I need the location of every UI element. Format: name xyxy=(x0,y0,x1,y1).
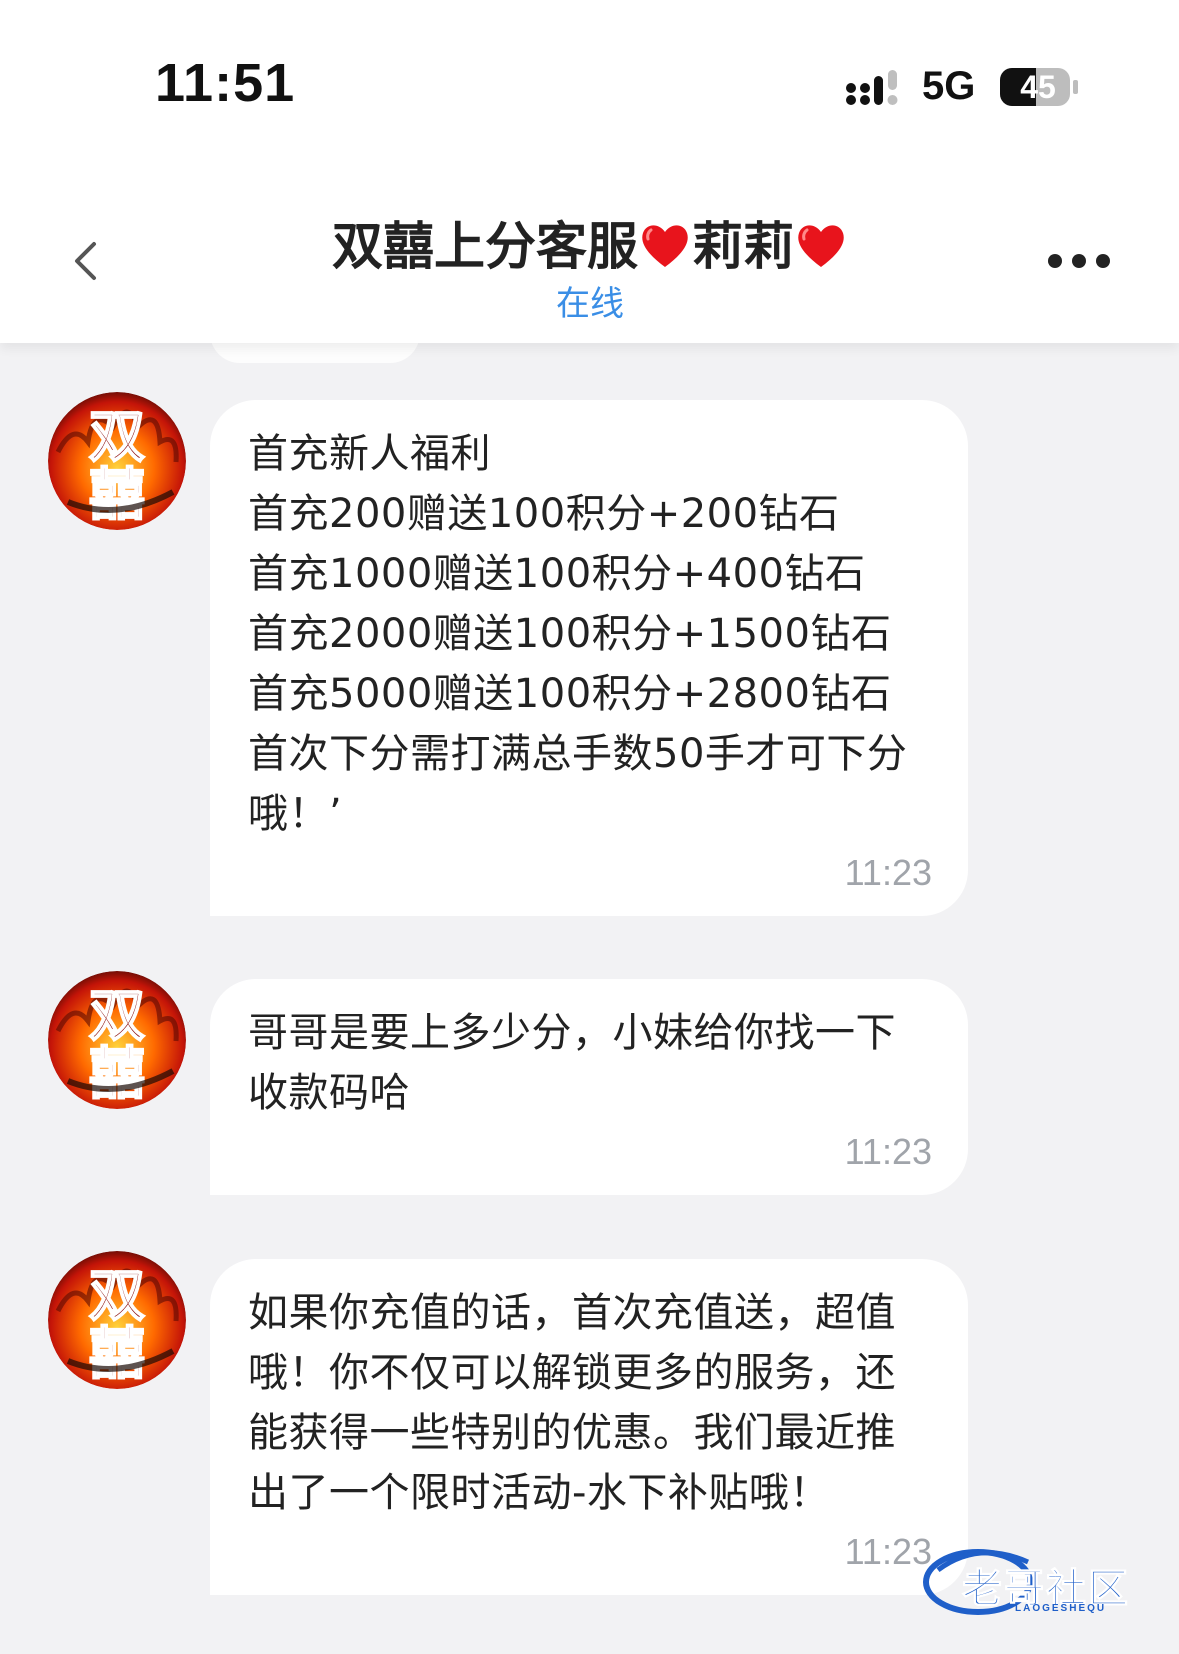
message-text: 如果你充值的话，首次充值送，超值哦！你不仅可以解锁更多的服务，还能获得一些特别的… xyxy=(248,1290,896,1516)
avatar-text: 双 xyxy=(89,1263,145,1329)
message-time: 11:23 xyxy=(844,852,932,893)
chat-messages-area[interactable]: 双 囍 首充新人福利 首充200赠送100积分+200钻石 首充1000赠送10… xyxy=(0,313,1179,1654)
heart-icon xyxy=(642,225,688,267)
avatar[interactable]: 双 囍 xyxy=(48,392,186,530)
avatar-text: 囍 xyxy=(89,1041,145,1107)
message-time: 11:23 xyxy=(844,1131,932,1172)
top-bar: 11:51 5G 45 双囍上分客服 莉莉 在线 xyxy=(0,0,1179,343)
more-dot-icon xyxy=(1072,254,1086,268)
more-dot-icon xyxy=(1048,254,1062,268)
avatar-text: 双 xyxy=(89,404,145,470)
message-text: 哥哥是要上多少分，小妹给你找一下收款码哈 xyxy=(248,1010,896,1116)
battery-level: 45 xyxy=(1020,69,1056,105)
chat-title: 双囍上分客服 莉莉 xyxy=(200,205,980,279)
heart-icon xyxy=(798,225,844,267)
cellular-signal-icon xyxy=(846,70,898,105)
chat-title-nickname: 莉莉 xyxy=(692,218,795,277)
message-time: 11:23 xyxy=(844,1531,932,1572)
chat-title-name: 双囍上分客服 xyxy=(331,218,638,277)
more-options-button[interactable] xyxy=(1048,244,1110,278)
message-bubble[interactable]: 如果你充值的话，首次充值送，超值哦！你不仅可以解锁更多的服务，还能获得一些特别的… xyxy=(210,1259,968,1595)
avatar-text: 双 xyxy=(89,983,145,1049)
message-bubble[interactable]: 哥哥是要上多少分，小妹给你找一下收款码哈 11:23 xyxy=(210,979,968,1195)
message-text: 首充新人福利 首充200赠送100积分+200钻石 首充1000赠送100积分+… xyxy=(248,431,908,837)
message-bubble[interactable]: 首充新人福利 首充200赠送100积分+200钻石 首充1000赠送100积分+… xyxy=(210,400,968,916)
avatar-text: 囍 xyxy=(89,1321,145,1387)
avatar[interactable]: 双 囍 xyxy=(48,971,186,1109)
back-button[interactable] xyxy=(62,236,112,286)
avatar-text: 囍 xyxy=(89,462,145,528)
watermark-subtext: LAOGESHEQU xyxy=(1015,1603,1107,1614)
network-type: 5G xyxy=(922,64,976,108)
more-dot-icon xyxy=(1096,254,1110,268)
avatar[interactable]: 双 囍 xyxy=(48,1251,186,1389)
status-time: 11:51 xyxy=(155,53,296,113)
online-status: 在线 xyxy=(556,284,624,324)
